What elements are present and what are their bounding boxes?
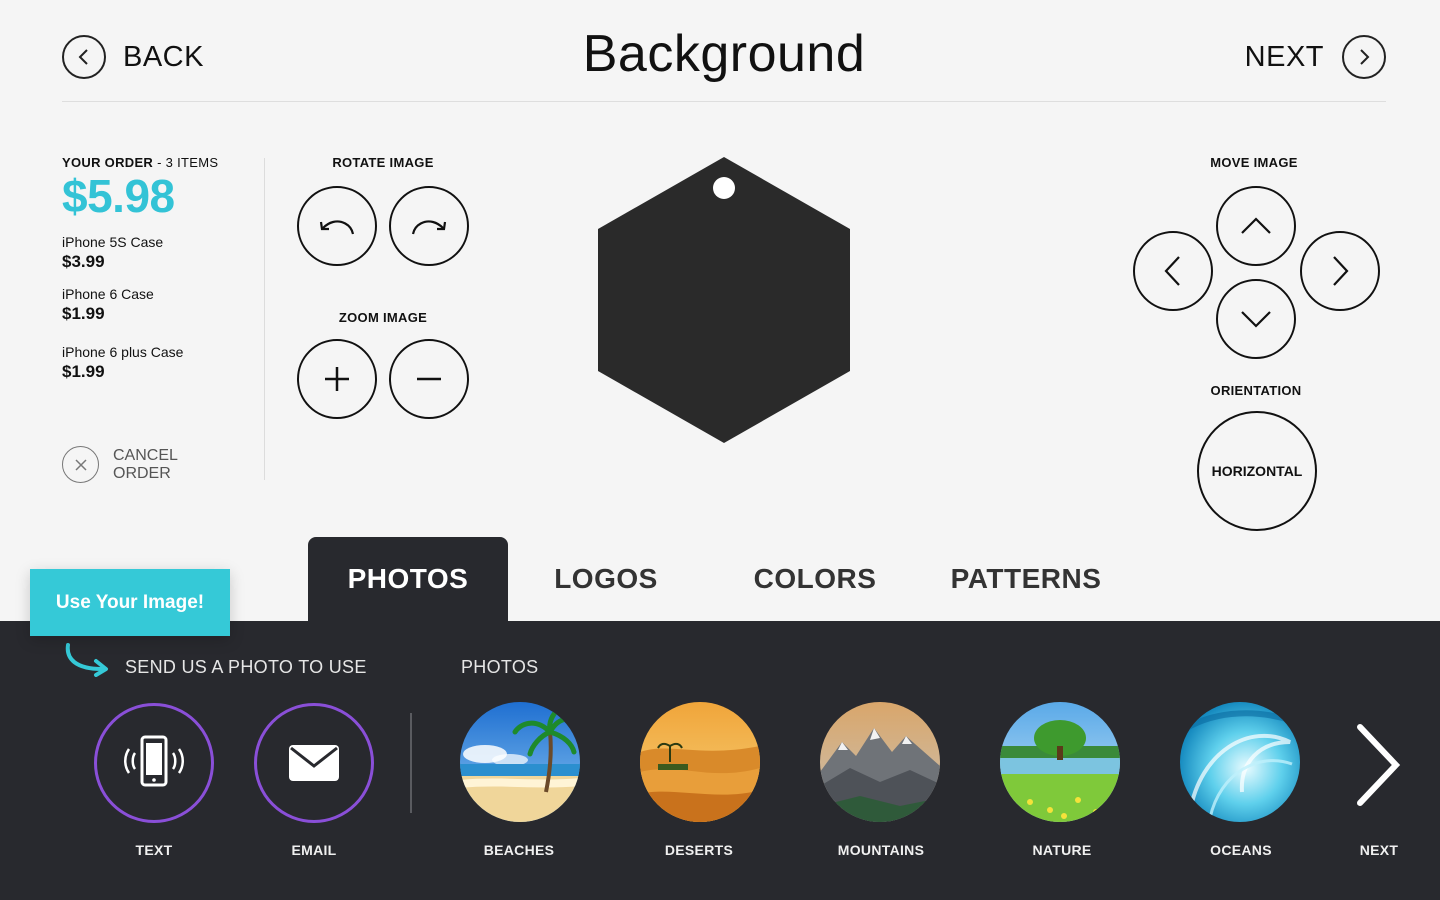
phone-icon xyxy=(124,735,184,787)
rotate-right-icon xyxy=(411,220,447,235)
order-heading-label: YOUR ORDER xyxy=(62,155,154,170)
header: BACK Background NEXT xyxy=(62,25,1386,102)
order-item-price: $1.99 xyxy=(62,362,105,381)
zoom-title: ZOOM IMAGE xyxy=(338,310,428,325)
curved-arrow-icon xyxy=(65,643,108,677)
order-item-name: iPhone 6 Case xyxy=(62,286,154,302)
rotate-title: ROTATE IMAGE xyxy=(332,155,434,170)
deserts-thumbnail[interactable] xyxy=(640,702,760,822)
next-photos-label: NEXT xyxy=(1359,842,1399,858)
move-left-button[interactable] xyxy=(1133,231,1213,311)
oceans-thumbnail[interactable] xyxy=(1180,702,1300,822)
orientation-toggle[interactable]: HORIZONTAL xyxy=(1197,411,1317,531)
move-up-button[interactable] xyxy=(1216,186,1296,266)
divider xyxy=(410,713,412,813)
tab-patterns[interactable]: PATTERNS xyxy=(926,537,1126,621)
divider xyxy=(264,158,265,480)
photo-panel: SEND US A PHOTO TO USE PHOTOS TEXT EMAIL xyxy=(0,621,1440,900)
next-photos-button[interactable] xyxy=(1350,723,1406,812)
nature-label: NATURE xyxy=(1032,842,1092,858)
order-item: iPhone 5S Case $3.99 xyxy=(62,234,242,272)
tab-photos[interactable]: PHOTOS xyxy=(308,537,508,621)
next-label: NEXT xyxy=(1244,40,1324,73)
product-preview xyxy=(598,157,850,448)
hexagon-tag-preview xyxy=(598,157,850,443)
order-summary: YOUR ORDER - 3 ITEMS $5.98 iPhone 5S Case… xyxy=(62,155,242,382)
beach-image xyxy=(460,702,580,822)
close-icon xyxy=(62,446,99,483)
text-option-button[interactable] xyxy=(94,703,214,823)
oceans-label: OCEANS xyxy=(1210,842,1272,858)
envelope-icon xyxy=(289,745,339,781)
order-item-price: $3.99 xyxy=(62,252,105,271)
ocean-wave-image xyxy=(1180,702,1300,822)
plus-icon xyxy=(325,367,349,391)
nature-thumbnail[interactable] xyxy=(1000,702,1120,822)
order-item-name: iPhone 6 plus Case xyxy=(62,344,184,360)
nature-image xyxy=(1000,702,1120,822)
chevron-down-icon xyxy=(1241,311,1271,328)
orientation-title: ORIENTATION xyxy=(1210,383,1302,398)
tab-logos[interactable]: LOGOS xyxy=(508,537,704,621)
move-down-button[interactable] xyxy=(1216,279,1296,359)
email-option-button[interactable] xyxy=(254,703,374,823)
mountains-thumbnail[interactable] xyxy=(820,702,940,822)
move-right-button[interactable] xyxy=(1300,231,1380,311)
zoom-out-button[interactable] xyxy=(389,339,469,419)
chevron-right-icon xyxy=(1333,256,1349,286)
rotate-right-button[interactable] xyxy=(389,186,469,266)
order-item-count: - 3 ITEMS xyxy=(157,155,219,170)
beaches-label: BEACHES xyxy=(483,842,555,858)
tab-colors[interactable]: COLORS xyxy=(704,537,926,621)
email-option-label: EMAIL xyxy=(291,842,337,858)
order-list: iPhone 5S Case $3.99 iPhone 6 Case $1.99… xyxy=(62,234,242,382)
text-option-label: TEXT xyxy=(135,842,173,858)
cancel-order-button[interactable]: CANCEL ORDER xyxy=(62,446,183,483)
order-total: $5.98 xyxy=(62,170,175,222)
next-button[interactable]: NEXT xyxy=(1245,35,1386,79)
order-item-name: iPhone 5S Case xyxy=(62,234,164,250)
desert-image xyxy=(640,702,760,822)
zoom-in-button[interactable] xyxy=(297,339,377,419)
move-title: MOVE IMAGE xyxy=(1210,155,1298,170)
page-title: Background xyxy=(582,25,866,83)
send-photo-label: SEND US A PHOTO TO USE xyxy=(125,657,367,677)
order-item: iPhone 6 Case $1.99 xyxy=(62,286,242,324)
category-tabs: PHOTOS LOGOS COLORS PATTERNS xyxy=(308,537,1126,621)
deserts-label: DESERTS xyxy=(664,842,734,858)
rotate-left-icon xyxy=(319,220,355,235)
beaches-thumbnail[interactable] xyxy=(460,702,580,822)
chevron-right-icon xyxy=(1342,35,1386,79)
rotate-left-button[interactable] xyxy=(297,186,377,266)
chevron-left-icon xyxy=(1164,256,1180,286)
mountain-image xyxy=(820,702,940,822)
minus-icon xyxy=(417,377,441,381)
order-item-price: $1.99 xyxy=(62,304,105,323)
use-your-image-button[interactable]: Use Your Image! xyxy=(30,569,230,636)
chevron-right-icon xyxy=(1357,724,1401,806)
chevron-up-icon xyxy=(1241,217,1271,234)
cancel-order-label: CANCEL ORDER xyxy=(113,446,178,482)
mountains-label: MOUNTAINS xyxy=(837,842,925,858)
order-item: iPhone 6 plus Case $1.99 xyxy=(62,344,242,382)
order-heading: YOUR ORDER - 3 ITEMS xyxy=(62,155,242,170)
photos-section-label: PHOTOS xyxy=(461,657,539,677)
